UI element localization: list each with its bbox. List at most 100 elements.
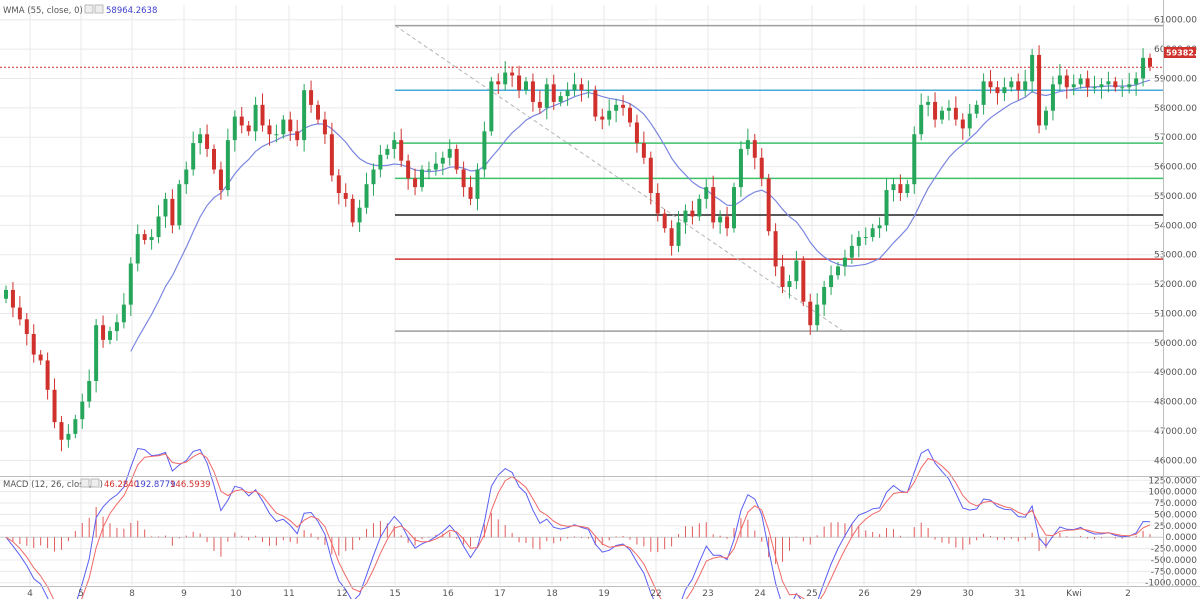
candle-body [815,304,820,326]
candle-body [863,237,868,239]
candle-body [829,275,834,287]
macd-tick-label: 750.0000 [1154,499,1197,509]
candle-body [1030,54,1035,82]
price-tick-label: 55000.00 [1154,192,1197,202]
candle-body [836,266,840,276]
candle-body [406,160,411,179]
macd-tick-label: 1000.0000 [1148,488,1197,498]
candle-body [655,193,660,214]
candle-body [66,433,71,440]
price-tick-label: 57000.00 [1154,133,1197,143]
candle-body [891,184,896,191]
candle-body [572,84,577,91]
candle-body [482,131,487,170]
candle-body [225,140,230,191]
candle-body [787,281,792,287]
settings-icon[interactable] [84,4,94,14]
macd-tick-label: -750.0000 [1151,567,1197,577]
candle-body [953,107,958,120]
candle-body [940,110,944,120]
candle-body [1044,110,1048,126]
x-tick-label: 9 [181,589,187,599]
candle-body [142,234,147,240]
macd-settings-icon[interactable] [80,478,90,488]
macd-tick-label: -1000.0000 [1145,579,1197,589]
price-tick-label: 56000.00 [1154,163,1197,173]
candle-body [475,169,480,199]
chart-canvas: 4 5 8 9 10 11 12 15 16 17 18 19 22 23 24 25 26 29 30 31 Kwi 2… [0,0,1200,599]
candle-body [309,90,314,105]
candle-body [1134,78,1139,85]
macd-close-icon[interactable] [90,478,100,488]
candle-body [447,148,452,158]
price-tick-label: 51000.00 [1154,309,1197,319]
candle-body [1092,87,1097,89]
candle-body [170,198,175,226]
candle-body [1127,84,1132,88]
candle-body [212,148,216,170]
close-icon[interactable] [94,4,104,14]
price-tick-label: 46000.00 [1154,456,1197,466]
candle-body [877,225,882,229]
candle-body [288,119,293,132]
price-tick-label: 58000.00 [1154,104,1197,114]
price-tick-label: 61000.00 [1154,16,1197,26]
candle-body [253,104,258,132]
macd-tick-label: -250.0000 [1151,545,1197,555]
candle-body [1099,84,1104,88]
x-tick-label: 4 [27,589,33,599]
candle-body [24,319,29,334]
candle-body [551,84,556,102]
candle-body [510,72,515,76]
candle-body [912,134,917,185]
candle-body [295,131,300,141]
candle-body [73,419,78,434]
candle-body [184,169,189,185]
candle-body [704,187,709,199]
candle-body [468,187,473,199]
price-legend: WMA (55, close, 0) 58964.2638 [3,4,157,16]
candle-body [1037,54,1042,126]
macd-line [5,447,1151,599]
x-tick-label: 23 [702,589,713,599]
candle-body [690,210,695,217]
candle-body [461,169,466,188]
candle-body [524,81,528,91]
candle-body [1009,81,1014,88]
candle-body [718,216,723,223]
candle-body [1078,78,1083,85]
candle-body [433,163,438,170]
x-tick-label: 11 [283,589,294,599]
candle-body [52,389,57,423]
candle-body [1148,57,1152,67]
macd-signal-value: 146.5939 [170,480,211,490]
candle-body [995,87,1000,94]
candle-body [267,125,272,135]
wma-indicator-label: WMA (55, close, 0) [3,6,83,16]
current-price-tag: 59382.33 [1164,47,1200,58]
candle-body [579,84,584,91]
x-tick-label: 24 [754,589,766,599]
candle-body [884,190,889,226]
x-tick-label: 30 [962,589,974,599]
candle-body [336,175,341,193]
candle-body [420,169,424,188]
candle-body [634,122,639,144]
candle-body [232,116,237,141]
candle-body [905,184,910,193]
candle-body [198,134,203,144]
candle-body [59,422,64,440]
x-tick-label: 15 [389,589,400,599]
candle-body [38,354,43,361]
candle-body [898,184,903,193]
candle-body [260,104,265,126]
candle-body [302,90,307,141]
x-tick-label: 19 [598,589,610,599]
candle-body [114,322,119,332]
candle-body [80,401,85,420]
candle-body [392,140,397,149]
candle-body [842,257,847,267]
candle-body [974,104,979,114]
x-tick-label: Kwi [1066,589,1082,599]
candle-body [1064,75,1069,88]
